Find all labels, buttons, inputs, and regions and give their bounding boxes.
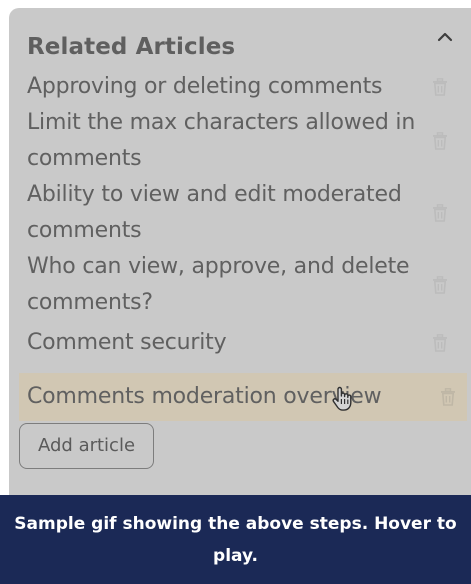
hand-pointer-icon — [332, 386, 352, 411]
trash-icon — [433, 78, 447, 96]
list-item[interactable]: Approving or deleting comments — [27, 69, 459, 105]
list-item[interactable]: Who can view, approve, and delete commen… — [27, 249, 459, 321]
article-link[interactable]: Comment security — [27, 325, 423, 361]
delete-button[interactable] — [431, 275, 449, 295]
delete-button[interactable] — [439, 387, 457, 407]
related-articles-list: Approving or deleting comments Limit the… — [19, 69, 471, 421]
article-link[interactable]: Limit the max characters allowed in comm… — [27, 105, 423, 177]
delete-button[interactable] — [431, 77, 449, 97]
list-item[interactable]: Limit the max characters allowed in comm… — [27, 105, 459, 177]
trash-icon — [433, 204, 447, 222]
list-item[interactable]: Ability to view and edit moderated comme… — [27, 177, 459, 249]
list-item-highlighted[interactable]: Comments moderation overview — [19, 373, 467, 421]
delete-button[interactable] — [431, 333, 449, 353]
panel-title: Related Articles — [27, 34, 236, 60]
delete-button[interactable] — [431, 131, 449, 151]
related-articles-panel: Related Articles Approving or deleting c… — [9, 8, 471, 495]
article-link[interactable]: Ability to view and edit moderated comme… — [27, 177, 423, 249]
article-link[interactable]: Comments moderation overview — [27, 379, 423, 415]
gif-caption[interactable]: Sample gif showing the above steps. Hove… — [0, 495, 471, 584]
trash-icon — [433, 276, 447, 294]
article-link[interactable]: Approving or deleting comments — [27, 69, 423, 105]
article-link[interactable]: Who can view, approve, and delete commen… — [27, 249, 423, 321]
gif-preview[interactable]: Related Articles Approving or deleting c… — [0, 0, 471, 584]
trash-icon — [433, 132, 447, 150]
delete-button[interactable] — [431, 203, 449, 223]
chevron-up-icon — [437, 32, 453, 42]
trash-icon — [433, 334, 447, 352]
trash-icon — [441, 388, 455, 406]
add-article-button[interactable]: Add article — [19, 423, 155, 469]
collapse-button[interactable] — [434, 26, 456, 48]
list-item[interactable]: Comment security — [27, 321, 459, 365]
